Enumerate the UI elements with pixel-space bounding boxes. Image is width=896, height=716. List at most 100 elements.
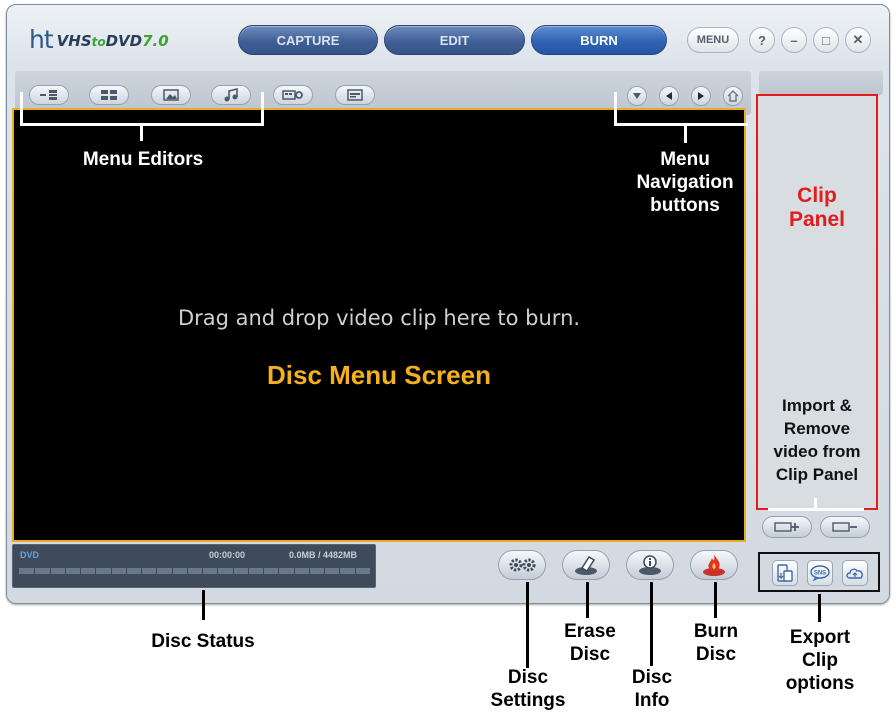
usage-meter-segment	[248, 568, 249, 574]
usage-meter-segment	[233, 568, 234, 574]
logo-mark: ht	[29, 25, 54, 54]
disc-status-annotation: Disc Status	[151, 631, 255, 652]
callout-line	[684, 123, 687, 143]
nav-previous-button[interactable]	[659, 86, 679, 106]
export-options-group: SNS	[758, 552, 880, 592]
down-triangle-icon	[633, 93, 641, 99]
sns-share-button[interactable]: SNS	[807, 560, 833, 586]
burn-disc-annotation: Burn Disc	[693, 621, 739, 665]
usage-meter-segment	[50, 568, 51, 574]
eraser-icon	[575, 555, 597, 575]
disc-info-annotation: Disc Info	[631, 667, 673, 711]
callout-line	[814, 498, 817, 510]
remove-clip-button[interactable]	[820, 516, 870, 538]
usage-meter-segment	[141, 568, 142, 574]
usage-meter-segment	[156, 568, 157, 574]
menu-navigation-annotation: Menu Navigation buttons	[636, 149, 734, 216]
minimize-button[interactable]: –	[781, 27, 807, 53]
usage-meter-segment	[187, 568, 188, 574]
export-clip-options-annotation: Export Clip options	[785, 627, 855, 694]
info-icon	[639, 555, 661, 575]
callout-line	[261, 92, 264, 126]
export-to-device-button[interactable]	[772, 560, 798, 586]
callout-line	[818, 594, 821, 622]
usage-meter-segment	[339, 568, 340, 574]
clip-panel-header	[759, 71, 883, 95]
callout-line	[202, 590, 205, 620]
usage-meter-segment	[111, 568, 112, 574]
export-to-device-icon	[777, 564, 793, 582]
erase-disc-annotation: Erase Disc	[564, 621, 616, 665]
flame-icon	[703, 555, 725, 576]
usage-meter-segment	[80, 568, 81, 574]
tab-burn[interactable]: BURN	[531, 25, 667, 55]
next-icon	[698, 92, 704, 100]
disc-menu-screen-label: Disc Menu Screen	[267, 360, 491, 390]
disc-duration: 00:00:00	[209, 550, 246, 560]
menu-settings-button[interactable]	[273, 85, 313, 105]
previous-icon	[666, 92, 672, 100]
erase-disc-button[interactable]	[562, 550, 610, 580]
callout-line	[20, 92, 23, 126]
usage-meter-segment	[95, 568, 96, 574]
title-bar: ht VHStoDVD7.0 CAPTURE EDIT BURN MENU ? …	[7, 5, 891, 67]
usage-meter-segment	[217, 568, 218, 574]
menu-layout-icon	[40, 90, 57, 100]
usage-meter-segment	[202, 568, 203, 574]
nav-home-button[interactable]	[723, 86, 743, 106]
menu-template-button[interactable]	[89, 85, 129, 105]
nav-next-button[interactable]	[691, 86, 711, 106]
menu-editors-annotation: Menu Editors	[82, 149, 204, 170]
burn-disc-button[interactable]	[690, 550, 738, 580]
menu-text-button[interactable]	[335, 85, 375, 105]
disc-settings-button[interactable]	[498, 550, 546, 580]
background-music-icon	[224, 88, 238, 102]
menu-layout-button[interactable]	[29, 85, 69, 105]
import-clip-button[interactable]	[762, 516, 812, 538]
menu-text-icon	[347, 89, 363, 101]
usage-meter-segment	[309, 568, 310, 574]
help-button[interactable]: ?	[749, 27, 775, 53]
clip-panel[interactable]: Clip Panel Import & Remove video from Cl…	[756, 94, 878, 510]
disc-status-bar: DVD 00:00:00 0.0MB / 4482MB	[12, 544, 376, 588]
disc-info-button[interactable]	[626, 550, 674, 580]
svg-text:SNS: SNS	[814, 571, 826, 577]
callout-line	[526, 582, 529, 668]
close-button[interactable]: ✕	[845, 27, 871, 53]
remove-clip-icon	[832, 522, 857, 532]
disc-type: DVD	[20, 550, 40, 560]
background-image-icon	[163, 89, 179, 101]
menu-template-icon	[101, 90, 117, 100]
menu-button[interactable]: MENU	[687, 27, 739, 53]
callout-line	[714, 582, 717, 618]
usage-meter-segment	[355, 568, 356, 574]
usage-meter-segment	[278, 568, 279, 574]
usage-meter-segment	[34, 568, 35, 574]
maximize-button[interactable]: □	[813, 27, 839, 53]
cloud-upload-button[interactable]	[842, 560, 868, 586]
callout-line	[614, 92, 617, 126]
background-music-button[interactable]	[211, 85, 251, 105]
add-clip-icon	[774, 522, 799, 532]
drop-hint: Drag and drop video clip here to burn.	[177, 306, 581, 330]
usage-meter-segment	[172, 568, 173, 574]
app-logo: ht VHStoDVD7.0	[29, 24, 169, 54]
usage-meter-segment	[65, 568, 66, 574]
import-remove-label: Import & Remove video from Clip Panel	[773, 396, 861, 484]
callout-line	[614, 123, 748, 126]
tab-capture[interactable]: CAPTURE	[238, 25, 378, 55]
nav-down-button[interactable]	[627, 86, 647, 106]
logo-text: VHStoDVD7.0	[56, 32, 169, 50]
disc-size: 0.0MB / 4482MB	[289, 550, 358, 560]
usage-meter-segment	[294, 568, 295, 574]
background-image-button[interactable]	[151, 85, 191, 105]
clip-panel-title: Clip Panel	[788, 184, 846, 231]
gears-icon	[509, 558, 536, 572]
usage-meter-segment	[324, 568, 325, 574]
usage-meter-segment	[126, 568, 127, 574]
sns-share-icon: SNS	[810, 565, 830, 581]
tab-edit[interactable]: EDIT	[384, 25, 525, 55]
callout-line	[650, 582, 653, 666]
cloud-upload-icon	[846, 568, 863, 579]
home-icon	[727, 90, 739, 102]
